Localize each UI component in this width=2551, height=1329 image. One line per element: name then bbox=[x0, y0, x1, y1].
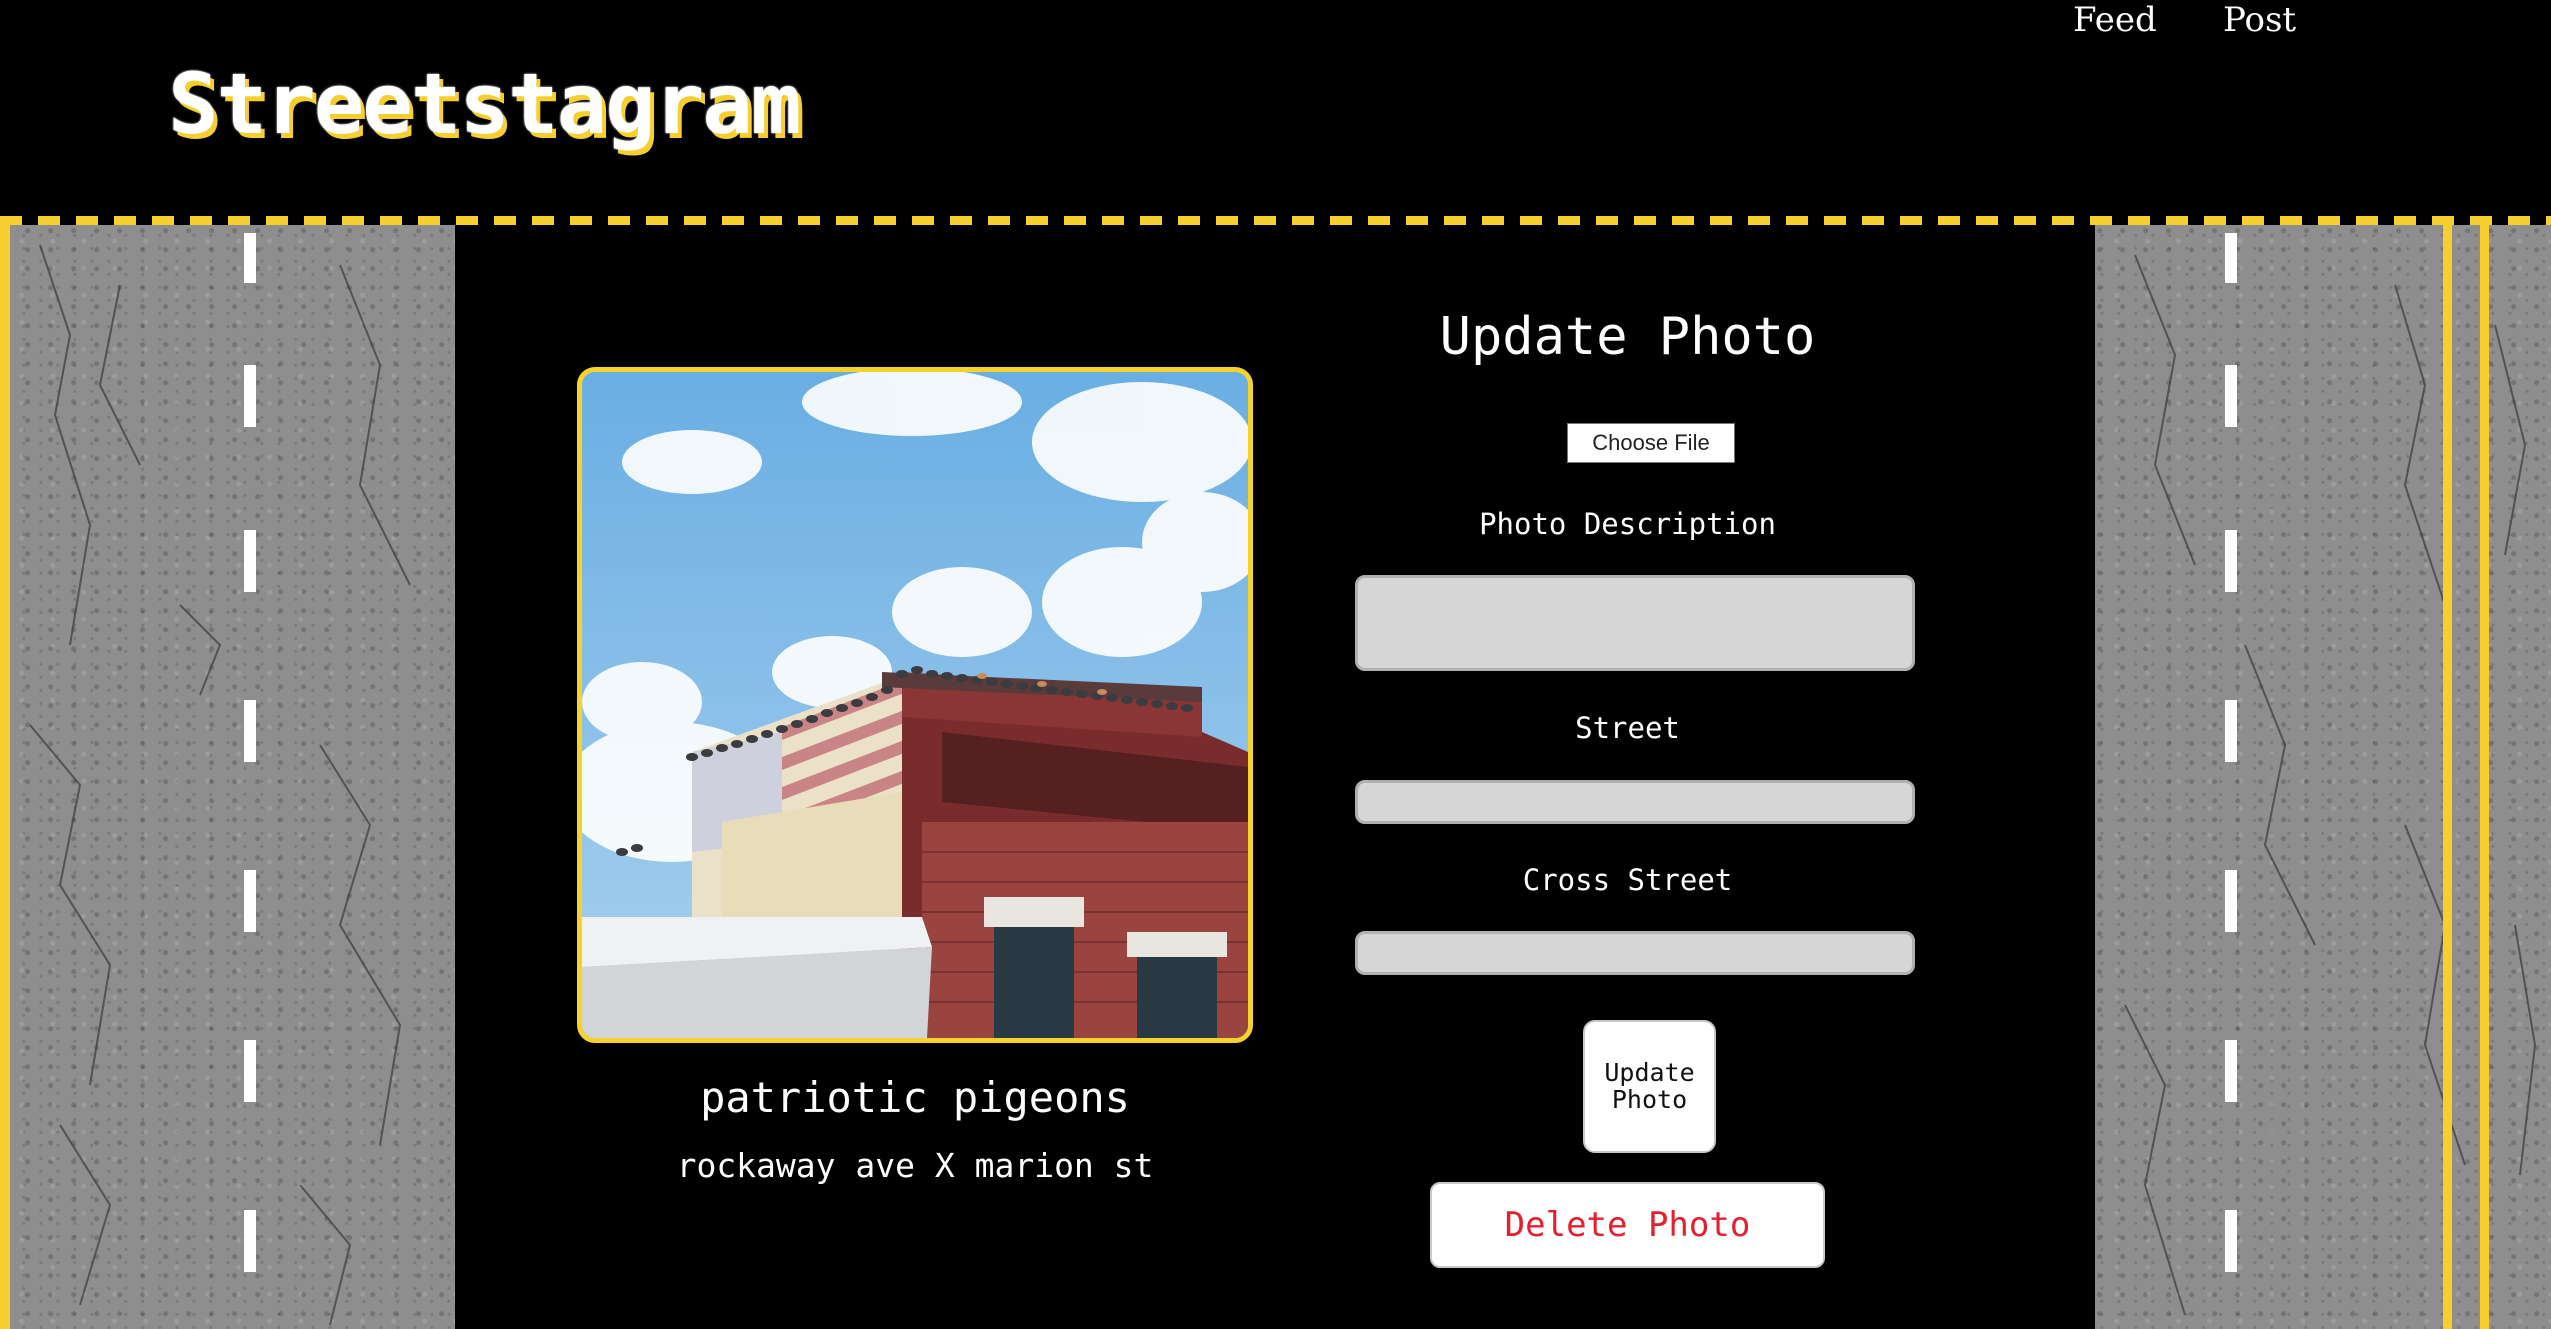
delete-photo-button[interactable]: Delete Photo bbox=[1430, 1182, 1825, 1268]
road-background-left bbox=[0, 225, 455, 1329]
update-photo-button[interactable]: Update Photo bbox=[1583, 1020, 1716, 1153]
photo-location: rockaway ave X marion st bbox=[676, 1146, 1154, 1185]
photo-image bbox=[582, 372, 1248, 1038]
cross-street-input[interactable] bbox=[1355, 931, 1915, 975]
nav-post-link[interactable]: Post bbox=[2223, 0, 2296, 40]
yellow-dashed-divider bbox=[0, 216, 2551, 225]
photo-description-label: Photo Description bbox=[1479, 507, 1776, 541]
site-logo[interactable]: Streetstagram bbox=[168, 62, 801, 146]
main-content: patriotic pigeons rockaway ave X marion … bbox=[455, 225, 2095, 1329]
cross-street-label: Cross Street bbox=[1522, 863, 1733, 897]
road-background-right bbox=[2095, 225, 2551, 1329]
photo-description: patriotic pigeons bbox=[700, 1073, 1130, 1122]
choose-file-button[interactable]: Choose File bbox=[1567, 423, 1735, 463]
street-label: Street bbox=[1575, 711, 1680, 745]
nav-feed-link[interactable]: Feed bbox=[2073, 0, 2157, 40]
form-title: Update Photo bbox=[1439, 307, 1816, 367]
photo-description-input[interactable] bbox=[1355, 575, 1915, 671]
street-input[interactable] bbox=[1355, 780, 1915, 824]
site-header: Streetstagram Feed Post bbox=[0, 0, 2551, 214]
photo-preview bbox=[577, 367, 1253, 1043]
